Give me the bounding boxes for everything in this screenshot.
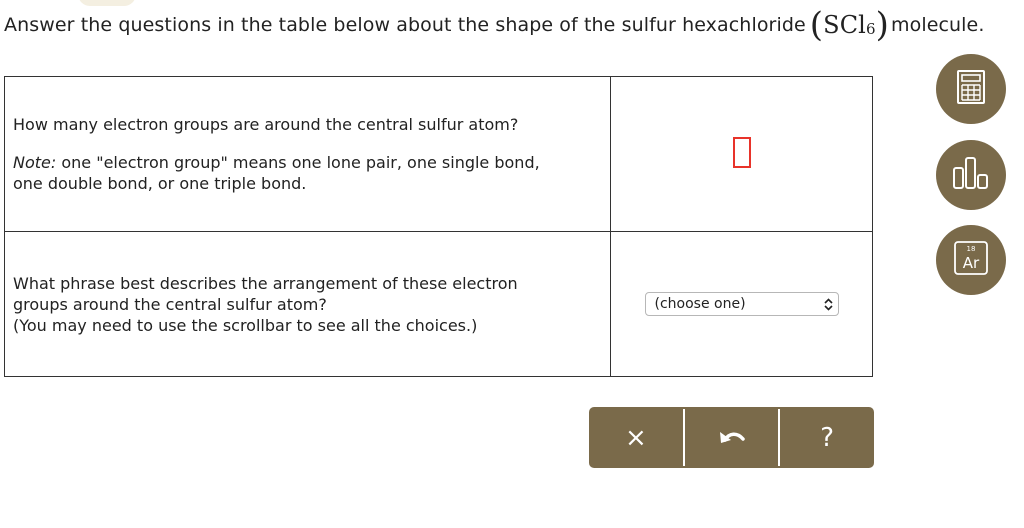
note: Note: one "electron group" means one lon… [13, 153, 540, 172]
question-line: groups around the central sulfur atom? [13, 294, 327, 314]
updown-chevron-icon [823, 297, 833, 311]
periodic-table-icon: 18 Ar [954, 241, 988, 279]
answer-cell: (choose one) [610, 231, 873, 377]
note-text-continued: one double bond, or one triple bond. [13, 174, 307, 193]
top-tab [78, 0, 136, 6]
question-line: What phrase best describes the arrangeme… [13, 273, 518, 293]
arrangement-select[interactable]: (choose one) [644, 292, 839, 316]
formula-subscript: 6 [865, 20, 876, 38]
close-icon: × [624, 422, 647, 453]
element-number: 18 [967, 245, 976, 253]
undo-button[interactable] [685, 407, 779, 468]
periodic-table-button[interactable]: 18 Ar [936, 225, 1006, 295]
help-button[interactable]: ? [780, 407, 874, 468]
chemical-formula: (SCl 6) [809, 5, 889, 45]
help-icon: ? [820, 422, 835, 453]
note-text: one "electron group" means one lone pair… [56, 153, 540, 172]
action-bar: × ? [589, 407, 874, 468]
header-text-end: molecule. [890, 14, 985, 36]
calculator-icon [957, 70, 985, 108]
question-table: How many electron groups are around the … [4, 76, 873, 377]
clear-button[interactable]: × [589, 407, 683, 468]
question-header: Answer the questions in the table below … [4, 8, 984, 42]
question-text: How many electron groups are around the … [13, 115, 519, 134]
table-row: What phrase best describes the arrangeme… [4, 231, 873, 377]
bar-chart-icon [951, 156, 991, 194]
chart-button[interactable] [936, 140, 1006, 210]
calculator-button[interactable] [936, 54, 1006, 124]
table-row: How many electron groups are around the … [4, 76, 873, 232]
answer-cell [610, 76, 873, 232]
formula-base: SCl [823, 11, 866, 39]
header-text: Answer the questions in the table below … [4, 14, 806, 36]
select-value: (choose one) [654, 296, 746, 312]
element-symbol: Ar [963, 254, 980, 272]
question-cell: What phrase best describes the arrangeme… [4, 231, 611, 377]
question-line: (You may need to use the scrollbar to se… [13, 315, 478, 335]
electron-groups-input[interactable] [732, 136, 751, 168]
question-cell: How many electron groups are around the … [4, 76, 611, 232]
note-label: Note: [13, 153, 57, 172]
undo-icon [717, 423, 747, 453]
